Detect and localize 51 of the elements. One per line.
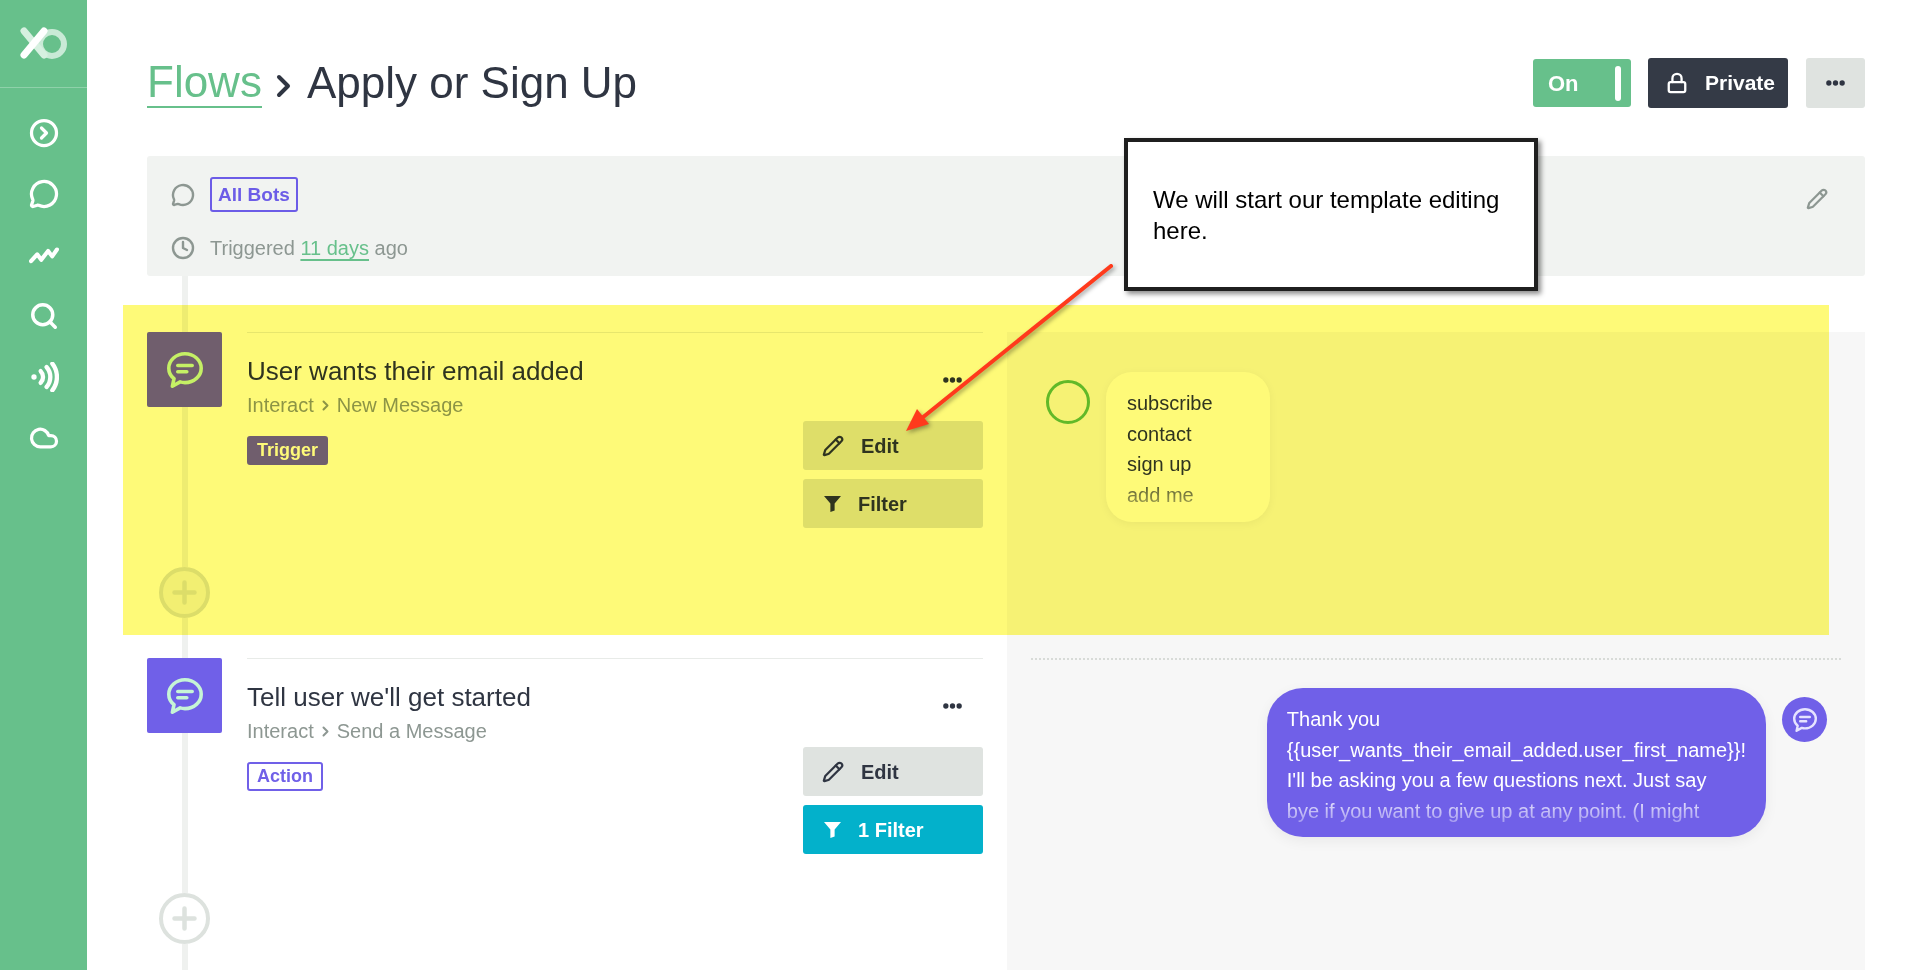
- more-icon[interactable]: [943, 703, 962, 709]
- step-title: Tell user we'll get started: [247, 681, 531, 713]
- keyword-text: add me: [1127, 482, 1194, 508]
- step-title: User wants their email added: [247, 355, 584, 387]
- step-path-text: Interact: [247, 719, 314, 744]
- plus-icon: [172, 906, 197, 931]
- edit-pencil-icon[interactable]: [1806, 188, 1828, 210]
- filter-button[interactable]: 1 Filter: [803, 805, 983, 854]
- add-step-button[interactable]: [159, 893, 210, 944]
- message-text: Thank you {{user_wants_their_email_added.user_first_name}}! I'll be asking you a few questions next. Just say bye if you want to give up at any point. (I might: [1286, 707, 1746, 824]
- more-icon[interactable]: [943, 377, 962, 383]
- chevron-circle-icon[interactable]: [28, 118, 59, 148]
- pencil-icon: [822, 434, 844, 457]
- chat-bubble-icon: [147, 332, 222, 407]
- page-title: Apply or Sign Up: [306, 59, 638, 107]
- keyword-text: subscribe: [1127, 391, 1213, 416]
- step-type-tag: Action: [247, 762, 323, 791]
- pencil-icon: [822, 760, 844, 783]
- keyword-text: contact: [1127, 421, 1192, 447]
- broadcast-icon[interactable]: [28, 362, 59, 392]
- lock-icon: [1666, 71, 1688, 95]
- chat-bubble-icon: [147, 658, 222, 733]
- private-button[interactable]: Private: [1648, 58, 1788, 108]
- flows-link[interactable]: Flows: [147, 58, 262, 108]
- chevron-right-icon: [321, 725, 329, 737]
- step-path-text: New Message: [336, 393, 464, 418]
- callout-text: We will start our template editing here.: [1153, 185, 1501, 246]
- chevron-right-icon: [275, 74, 291, 98]
- filter-button[interactable]: Filter: [803, 479, 983, 528]
- chat-bubble-icon[interactable]: [28, 179, 59, 209]
- switch-knob: [1615, 65, 1621, 101]
- ring-icon: [1046, 380, 1090, 424]
- logo-icon[interactable]: [18, 25, 69, 62]
- on-toggle[interactable]: On: [1533, 59, 1631, 107]
- search-icon[interactable]: [28, 301, 59, 331]
- step-path-text: Interact: [247, 393, 314, 418]
- bot-avatar-icon: [1782, 697, 1827, 742]
- clock-icon: [171, 236, 195, 260]
- filter-icon: [824, 494, 841, 513]
- triggered-text: Triggered 11 days ago: [210, 236, 408, 261]
- more-icon: [1826, 80, 1845, 86]
- chat-bubble-icon: [171, 182, 195, 207]
- chevron-right-icon: [321, 399, 329, 411]
- edit-button[interactable]: Edit: [803, 747, 983, 796]
- edit-button[interactable]: Edit: [803, 421, 983, 470]
- step-path-text: Send a Message: [336, 719, 487, 744]
- bot-tag[interactable]: All Bots: [210, 177, 298, 212]
- more-button[interactable]: [1806, 58, 1865, 108]
- step-type-tag: Trigger: [247, 436, 328, 465]
- filter-icon: [824, 820, 841, 839]
- keyword-text: sign up: [1127, 452, 1192, 477]
